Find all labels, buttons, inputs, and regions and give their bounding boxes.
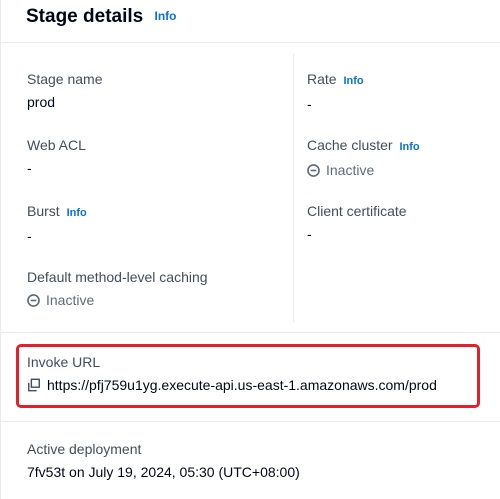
invoke-url-label: Invoke URL [27,354,101,370]
header-divider [1,42,500,43]
stage-name-label: Stage name [27,71,103,87]
field-stage-name: Stage name prod [27,70,103,111]
field-invoke-url: Invoke URL https://pfj759u1yg.execute-ap… [27,353,437,394]
rate-label: Rate [307,71,337,87]
field-burst: Burst Info - [27,202,87,245]
client-certificate-value: - [307,226,312,242]
column-divider [293,54,294,322]
invoke-url-row: https://pfj759u1yg.execute-api.us-east-1… [27,376,437,394]
rate-info-link[interactable]: Info [343,75,363,87]
burst-label: Burst [27,203,60,219]
minus-circle-icon [27,293,40,307]
rate-value: - [307,96,312,112]
burst-value: - [27,228,32,244]
active-deployment-value: 7fv53t on July 19, 2024, 05:30 (UTC+08:0… [27,464,300,480]
section-title-text: Stage details [26,6,144,27]
rate-label-row: Rate Info [307,70,364,90]
invoke-url-value[interactable]: https://pfj759u1yg.execute-api.us-east-1… [47,376,437,394]
client-certificate-label: Client certificate [307,203,407,219]
field-cache-cluster: Cache cluster Info Inactive [307,136,420,179]
field-default-caching: Default method-level caching Inactive [27,268,208,309]
field-client-certificate: Client certificate - [307,202,407,243]
default-caching-value: Inactive [46,292,95,308]
burst-label-row: Burst Info [27,202,87,222]
stage-details-panel: Stage details Info Stage name prod Web A… [0,0,500,499]
default-caching-label: Default method-level caching [27,269,208,285]
cache-cluster-status: Inactive [307,161,420,179]
default-caching-status: Inactive [27,291,208,309]
section-header: Stage details Info [1,0,500,42]
web-acl-value: - [27,160,32,176]
active-deployment-label: Active deployment [27,441,142,457]
field-web-acl: Web ACL - [27,136,86,177]
burst-info-link[interactable]: Info [67,207,87,219]
field-active-deployment: Active deployment 7fv53t on July 19, 202… [27,440,300,481]
minus-circle-icon [307,163,320,177]
copy-icon[interactable] [27,378,41,392]
invoke-top-divider [1,332,500,333]
field-rate: Rate Info - [307,70,364,113]
deployment-top-divider [1,421,500,422]
cache-cluster-label-row: Cache cluster Info [307,136,420,156]
cache-cluster-value: Inactive [326,162,375,178]
section-title: Stage details Info [26,6,177,28]
stage-name-value: prod [27,94,56,110]
cache-cluster-info-link[interactable]: Info [399,141,419,153]
cache-cluster-label: Cache cluster [307,137,393,153]
section-info-link[interactable]: Info [155,9,177,23]
web-acl-label: Web ACL [27,137,86,153]
